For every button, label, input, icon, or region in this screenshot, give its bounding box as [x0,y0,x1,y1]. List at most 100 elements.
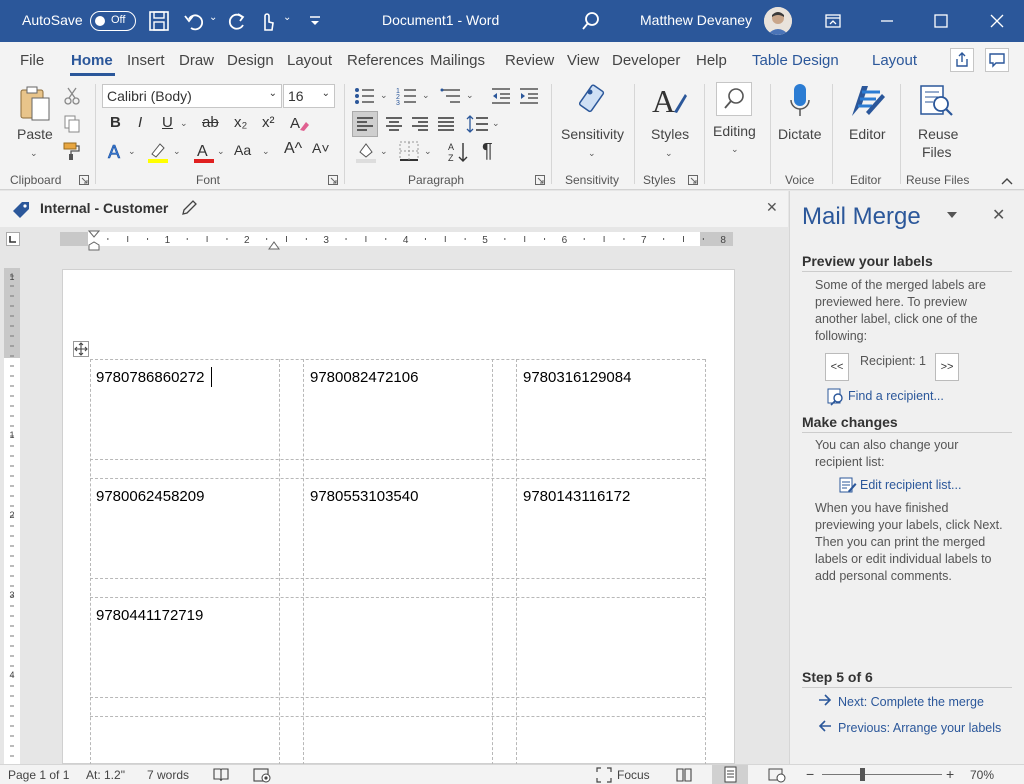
paste-dropdown-icon[interactable]: ⌄ [30,148,38,159]
edit-recipient-list-link[interactable]: Edit recipient list... [860,478,961,492]
comments-icon[interactable] [985,48,1009,72]
font-color-icon[interactable]: A [192,140,216,164]
cut-icon[interactable] [62,86,82,106]
close-pane-icon[interactable]: ✕ [992,205,1005,225]
sensitivity-icon[interactable] [576,82,612,118]
subscript-button[interactable]: x₂ [234,114,247,131]
document-page[interactable]: 9780786860272 9780082472106 978031612908… [62,269,735,765]
show-marks-icon[interactable]: ¶ [482,140,493,163]
proofing-icon[interactable] [212,767,230,783]
bullets-icon[interactable] [354,86,376,106]
next-recipient-button[interactable]: >> [935,353,959,381]
tab-insert[interactable]: Insert [127,52,165,69]
label-cell[interactable]: 9780786860272 [96,369,204,386]
tab-view[interactable]: View [567,52,599,69]
italic-button[interactable]: I [138,114,142,131]
justify-icon[interactable] [434,112,458,136]
macro-recording-icon[interactable] [253,767,271,783]
tab-developer[interactable]: Developer [612,52,680,69]
next-step-link[interactable]: Next: Complete the merge [838,695,984,709]
zoom-in-button[interactable]: + [946,766,954,782]
search-icon[interactable] [580,10,602,32]
underline-button[interactable]: U [162,114,173,131]
user-avatar[interactable] [764,7,792,35]
paragraph-launcher-icon[interactable] [535,175,545,185]
strikethrough-button[interactable]: ab [202,114,219,131]
table-move-handle-icon[interactable] [73,341,89,357]
tab-draw[interactable]: Draw [179,52,214,69]
tab-table-design[interactable]: Table Design [752,52,839,69]
editing-dropdown-icon[interactable]: ⌄ [731,144,739,155]
indent-marker-icon[interactable] [88,230,100,252]
save-icon[interactable] [148,10,170,32]
grow-font-button[interactable]: A^ [284,140,302,158]
shrink-font-button[interactable]: A˅ [312,140,330,156]
font-color-dropdown-icon[interactable]: ⌄ [217,146,225,157]
clipboard-launcher-icon[interactable] [79,175,89,185]
bold-button[interactable]: B [110,114,121,131]
underline-dropdown-icon[interactable]: ⌄ [180,118,188,129]
highlight-dropdown-icon[interactable]: ⌄ [173,146,181,157]
autosave-toggle[interactable]: Off [90,11,136,31]
align-right-icon[interactable] [408,112,432,136]
share-icon[interactable] [950,48,974,72]
word-count[interactable]: 7 words [147,768,189,782]
label-cell[interactable]: 9780082472106 [310,369,418,386]
tab-layout[interactable]: Layout [287,52,332,69]
line-spacing-dropdown-icon[interactable]: ⌄ [492,118,500,129]
tab-mailings[interactable]: Mailings [430,52,485,69]
previous-recipient-button[interactable]: << [825,353,849,381]
highlight-icon[interactable] [146,140,170,164]
borders-dropdown-icon[interactable]: ⌄ [424,146,432,157]
undo-icon[interactable] [183,10,205,32]
editor-icon[interactable] [848,82,886,120]
previous-step-link[interactable]: Previous: Arrange your labels [838,721,1001,735]
borders-icon[interactable] [398,140,420,162]
decrease-indent-icon[interactable] [490,86,512,106]
tab-table-layout[interactable]: Layout [872,52,917,69]
ruler-track[interactable]: 1 2 3 4 5 6 7 8 [60,232,733,246]
editing-label[interactable]: Editing [713,123,756,139]
right-indent-marker-icon[interactable] [268,240,280,250]
change-case-button[interactable]: Aa [234,142,251,158]
reuse-label-1[interactable]: Reuse [918,126,958,142]
font-launcher-icon[interactable] [328,175,338,185]
dictate-label[interactable]: Dictate [778,126,822,142]
zoom-level[interactable]: 70% [970,768,994,782]
editor-label[interactable]: Editor [849,126,886,142]
zoom-slider-thumb[interactable] [860,768,865,781]
collapse-ribbon-icon[interactable] [1000,176,1014,186]
shading-icon[interactable] [354,140,378,164]
font-name-combo[interactable]: Calibri (Body) ⌄ [102,84,282,108]
styles-label[interactable]: Styles [651,126,689,142]
clear-formatting-icon[interactable]: A [288,112,310,134]
cursor-position[interactable]: At: 1.2" [86,768,125,782]
multilevel-list-icon[interactable] [440,86,462,106]
edit-pencil-icon[interactable] [180,199,198,217]
close-sensitivity-bar-icon[interactable]: ✕ [766,199,778,216]
superscript-button[interactable]: x² [262,114,275,131]
tab-help[interactable]: Help [696,52,727,69]
redo-icon[interactable] [226,10,248,32]
tab-file[interactable]: File [20,52,44,69]
sensitivity-dropdown-icon[interactable]: ⌄ [588,148,596,159]
styles-launcher-icon[interactable] [688,175,698,185]
reuse-files-icon[interactable] [917,82,955,120]
touch-dropdown-icon[interactable]: ⌄ [283,12,291,23]
text-effects-icon[interactable]: A [106,140,128,164]
styles-dropdown-icon[interactable]: ⌄ [665,148,673,159]
zoom-slider[interactable] [822,774,942,775]
print-layout-button[interactable] [712,765,748,784]
label-cell[interactable]: 9780143116172 [523,488,630,505]
change-case-dropdown-icon[interactable]: ⌄ [262,146,270,157]
find-recipient-link[interactable]: Find a recipient... [848,389,944,403]
zoom-out-button[interactable]: − [806,766,814,782]
touch-mode-icon[interactable] [256,10,278,32]
focus-icon[interactable] [596,767,612,783]
shading-dropdown-icon[interactable]: ⌄ [380,146,388,157]
format-painter-icon[interactable] [62,141,82,161]
undo-dropdown-icon[interactable]: ⌄ [209,12,217,23]
pane-options-icon[interactable] [946,211,958,219]
customize-qat-icon[interactable] [308,11,322,31]
label-cell[interactable]: 9780316129084 [523,369,631,386]
